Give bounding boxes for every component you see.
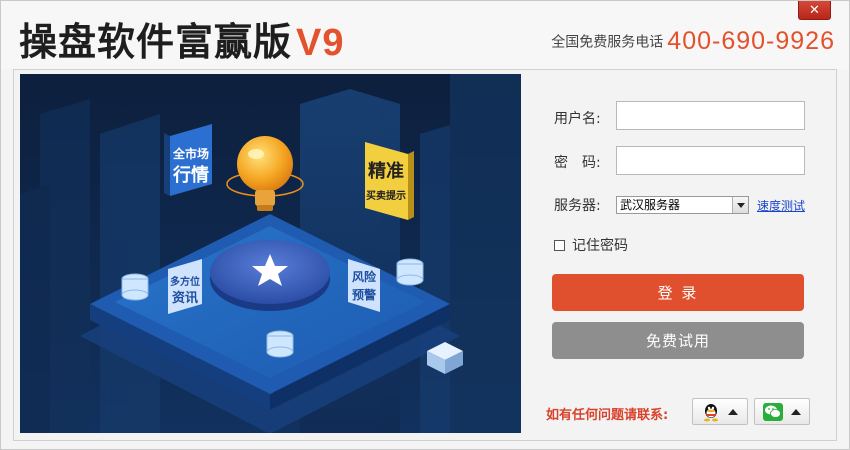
- server-select-value: 武汉服务器: [620, 198, 681, 212]
- remember-checkbox[interactable]: [554, 239, 565, 251]
- hotline: 全国免费服务电话 400-690-9926: [551, 27, 835, 56]
- wechat-contact-button[interactable]: [754, 398, 810, 425]
- login-form: 用户名: 密 码: 服务器: 武汉服务器 速度测试 记住密码 登 录 免费试用 …: [534, 70, 834, 440]
- wechat-icon: [763, 402, 783, 421]
- password-label: 密 码:: [554, 155, 601, 171]
- tag-precise-line2: 买卖提示: [366, 189, 406, 202]
- promo-illustration: 全市场 行情 精准 买卖提示 多方位 资讯 风险 预警: [20, 74, 521, 433]
- login-button[interactable]: 登 录: [552, 274, 804, 311]
- chevron-up-icon: [791, 408, 801, 415]
- server-label: 服务器:: [554, 198, 601, 214]
- dropdown-arrow-icon[interactable]: [732, 197, 748, 213]
- tag-risk-line2: 预警: [352, 287, 376, 302]
- qq-icon: [703, 403, 718, 421]
- speed-test-link[interactable]: 速度测试: [757, 197, 805, 214]
- free-trial-button[interactable]: 免费试用: [552, 322, 804, 359]
- close-icon: ✕: [809, 2, 820, 18]
- tag-info-line1: 多方位: [170, 275, 200, 288]
- tag-risk-line1: 风险: [352, 269, 377, 284]
- title-bar: 操盘软件富赢版 V9 全国免费服务电话 400-690-9926 ✕: [1, 1, 849, 69]
- chevron-up-icon: [728, 408, 739, 415]
- server-select[interactable]: 武汉服务器: [616, 196, 749, 214]
- qq-contact-button[interactable]: [692, 398, 748, 425]
- promo-banner: 全市场 行情 精准 买卖提示 多方位 资讯 风险 预警: [20, 74, 521, 433]
- tag-precise-line1: 精准: [368, 160, 404, 182]
- tag-info-line2: 资讯: [172, 290, 198, 306]
- close-button[interactable]: ✕: [798, 1, 831, 20]
- hotline-label: 全国免费服务电话: [551, 34, 664, 51]
- tag-market-line2: 行情: [172, 164, 209, 186]
- remember-password[interactable]: 记住密码: [554, 235, 628, 255]
- username-input[interactable]: [616, 101, 805, 130]
- login-window: 操盘软件富赢版 V9 全国免费服务电话 400-690-9926 ✕ 全市场 行…: [0, 0, 850, 450]
- hotline-number: 400-690-9926: [667, 27, 835, 55]
- app-title-version: V9: [296, 22, 345, 64]
- contact-label: 如有任何问题请联系:: [546, 408, 669, 423]
- password-input[interactable]: [616, 146, 805, 175]
- content-frame: 全市场 行情 精准 买卖提示 多方位 资讯 风险 预警 用户名: 密 码: 服务…: [13, 69, 837, 441]
- app-title: 操盘软件富赢版 V9: [19, 11, 345, 66]
- tag-market-line1: 全市场: [172, 146, 209, 161]
- lightbulb-icon: [237, 136, 293, 192]
- username-label: 用户名:: [554, 111, 601, 127]
- app-title-main: 操盘软件富赢版: [19, 20, 293, 64]
- tag-precise: 精准 买卖提示: [365, 142, 414, 220]
- remember-label: 记住密码: [572, 238, 628, 254]
